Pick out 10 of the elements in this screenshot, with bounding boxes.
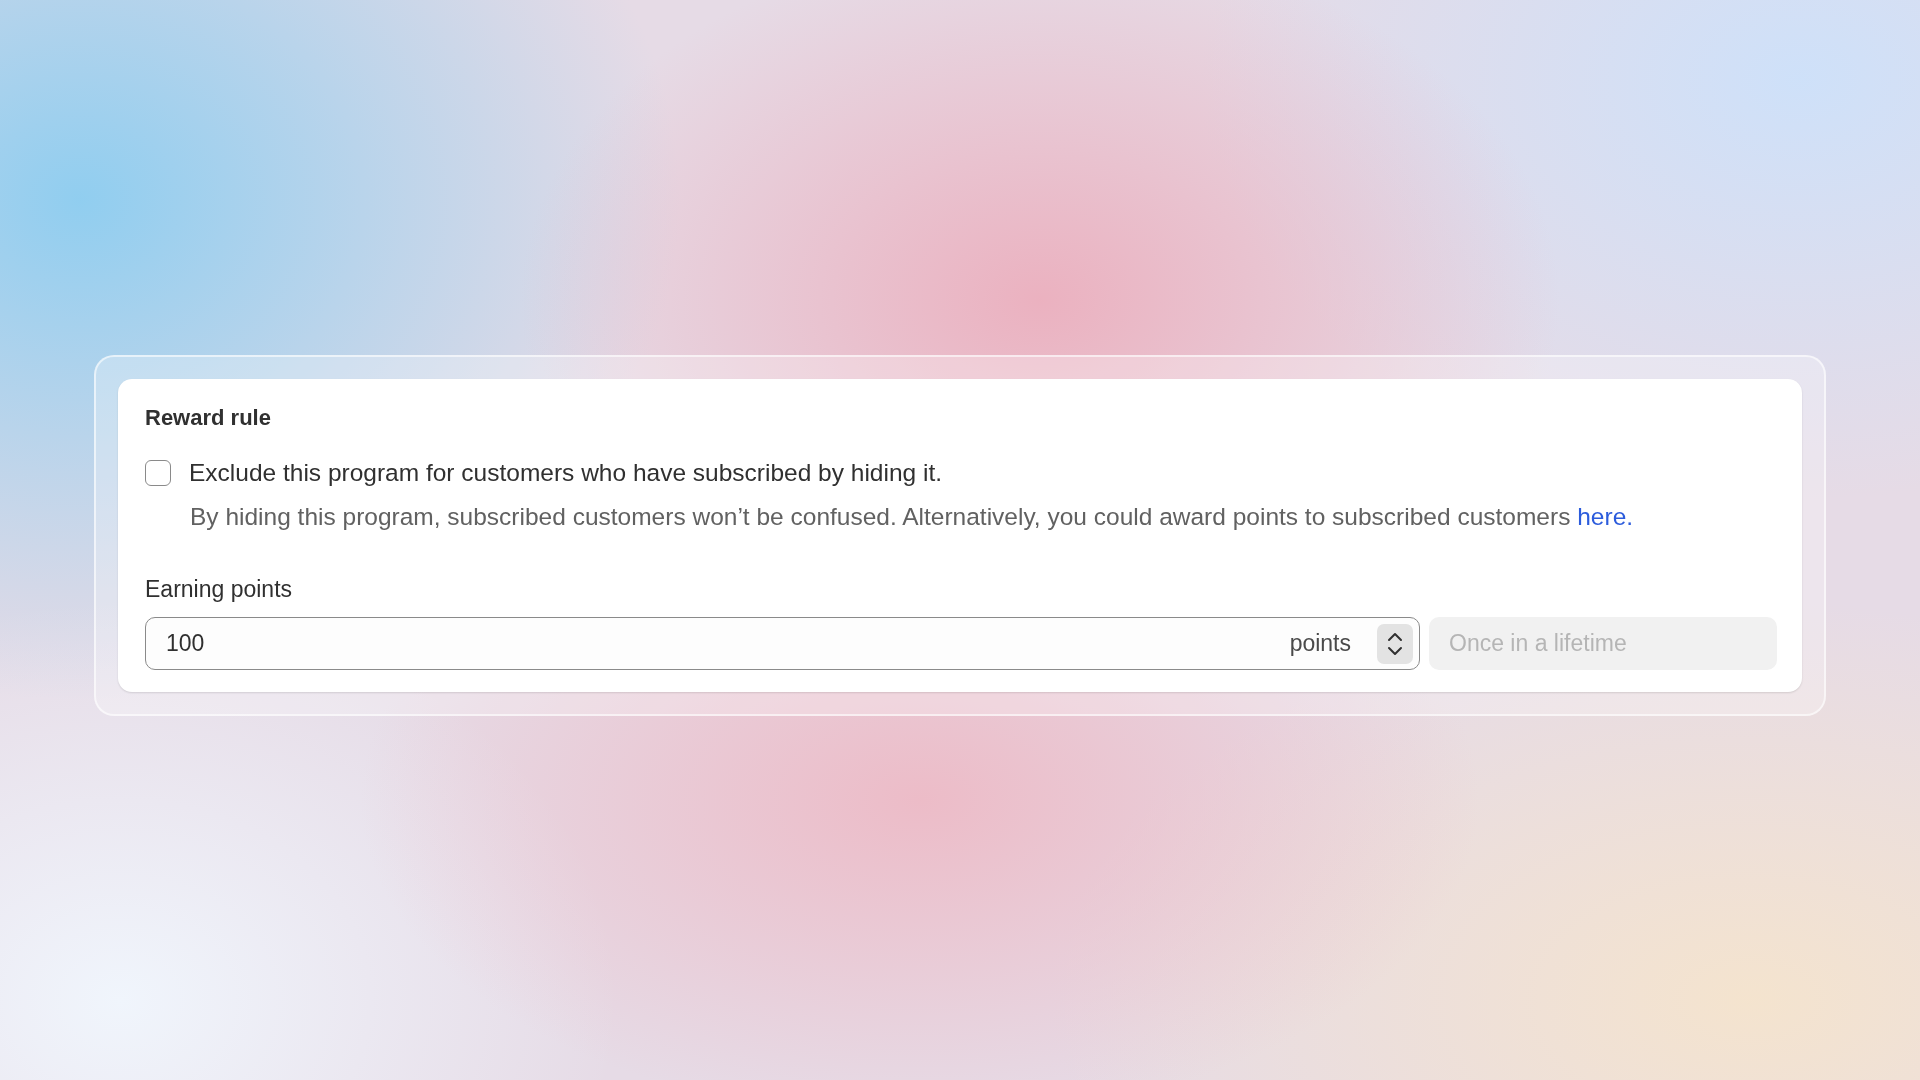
exclude-checkbox[interactable] (145, 460, 171, 486)
here-link[interactable]: here. (1577, 503, 1634, 530)
suffix-text: points (1289, 630, 1351, 657)
checkbox-label: Exclude this program for customers who have subscribed by hiding it. (189, 459, 943, 487)
field-label: Earning points (145, 576, 294, 603)
points-input[interactable]: 100 (166, 630, 1276, 657)
stepper-button[interactable] (1377, 623, 1413, 664)
points-field[interactable]: 100 points (145, 617, 1420, 670)
help-text: By hiding this program, subscribed customers won’t be confused. Alternatively, you could award points to subscribed customers here. (190, 503, 1635, 531)
card-title: Reward rule (145, 405, 272, 431)
